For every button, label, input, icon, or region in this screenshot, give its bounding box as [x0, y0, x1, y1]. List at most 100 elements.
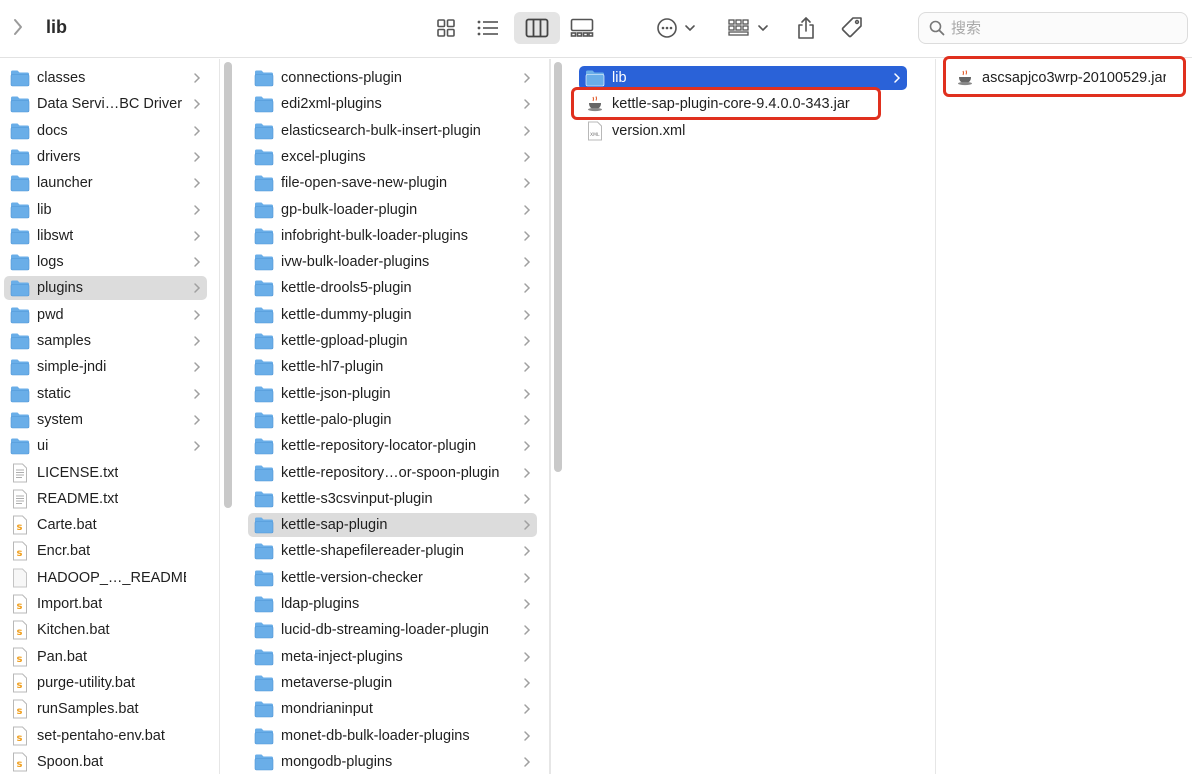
- folder-row[interactable]: logs: [4, 250, 207, 274]
- svg-text:s: s: [17, 680, 23, 691]
- folder-row[interactable]: kettle-hl7-plugin: [248, 355, 537, 379]
- folder-row[interactable]: kettle-gpload-plugin: [248, 329, 537, 353]
- item-label: elasticsearch-bulk-insert-plugin: [281, 122, 481, 139]
- folder-row[interactable]: elasticsearch-bulk-insert-plugin: [248, 119, 537, 143]
- share-button[interactable]: [790, 12, 822, 44]
- file-row[interactable]: s Pan.bat: [4, 645, 207, 669]
- file-row[interactable]: s Encr.bat: [4, 539, 207, 563]
- folder-row[interactable]: kettle-s3csvinput-plugin: [248, 487, 537, 511]
- list-view-button[interactable]: [472, 12, 504, 44]
- folder-icon: [10, 200, 30, 220]
- document-icon: [10, 568, 30, 588]
- folder-row[interactable]: file-open-save-new-plugin: [248, 171, 537, 195]
- folder-row[interactable]: ldap-plugins: [248, 592, 537, 616]
- folder-row[interactable]: ui: [4, 434, 207, 458]
- item-label: kettle-version-checker: [281, 569, 423, 586]
- folder-row[interactable]: infobright-bulk-loader-plugins: [248, 224, 537, 248]
- chevron-right-icon: [524, 99, 531, 110]
- file-row[interactable]: HADOOP_…_README: [4, 566, 207, 590]
- chevron-right-icon: [524, 73, 531, 83]
- folder-icon: [254, 647, 274, 667]
- file-row[interactable]: s Spoon.bat: [4, 750, 207, 774]
- folder-row[interactable]: meta-inject-plugins: [248, 645, 537, 669]
- folder-row[interactable]: libswt: [4, 224, 207, 248]
- folder-row[interactable]: kettle-repository…or-spoon-plugin: [248, 461, 537, 485]
- folder-row[interactable]: mongodb-plugins: [248, 750, 537, 774]
- folder-row[interactable]: static: [4, 382, 207, 406]
- search-input[interactable]: [951, 19, 1171, 37]
- folder-row[interactable]: kettle-dummy-plugin: [248, 303, 537, 327]
- file-row[interactable]: s Import.bat: [4, 592, 207, 616]
- folder-row[interactable]: lucid-db-streaming-loader-plugin: [248, 618, 537, 642]
- folder-row[interactable]: monet-db-bulk-loader-plugins: [248, 724, 537, 748]
- column-2-scrollbar[interactable]: [554, 62, 562, 472]
- search-field[interactable]: [918, 12, 1188, 44]
- folder-row[interactable]: samples: [4, 329, 207, 353]
- folder-row[interactable]: docs: [4, 119, 207, 143]
- folder-row[interactable]: drivers: [4, 145, 207, 169]
- column-view-button[interactable]: [514, 12, 560, 44]
- folder-row[interactable]: edi2xml-plugins: [248, 92, 537, 116]
- folder-row[interactable]: kettle-repository-locator-plugin: [248, 434, 537, 458]
- group-grid-icon: [728, 19, 768, 36]
- file-row[interactable]: LICENSE.txt: [4, 461, 207, 485]
- toolbar: lib: [0, 0, 1192, 58]
- column-1-scrollbar[interactable]: [224, 62, 232, 508]
- item-label: plugins: [37, 280, 83, 297]
- folder-row[interactable]: kettle-json-plugin: [248, 382, 537, 406]
- folder-icon: [254, 226, 274, 246]
- folder-row[interactable]: classes: [4, 66, 207, 90]
- item-label: kettle-json-plugin: [281, 385, 391, 402]
- item-label: drivers: [37, 148, 81, 165]
- folder-row[interactable]: kettle-version-checker: [248, 566, 537, 590]
- folder-row[interactable]: mondrianinput: [248, 697, 537, 721]
- item-label: runSamples.bat: [37, 701, 139, 718]
- item-label: simple-jndi: [37, 359, 107, 376]
- folder-row[interactable]: excel-plugins: [248, 145, 537, 169]
- file-row[interactable]: s Kitchen.bat: [4, 618, 207, 642]
- file-row[interactable]: s Carte.bat: [4, 513, 207, 537]
- chevron-right-icon: [194, 204, 201, 215]
- folder-icon: [254, 94, 274, 114]
- folder-row[interactable]: Data Servi…BC Driver: [4, 92, 207, 116]
- icon-view-button[interactable]: [430, 12, 462, 44]
- folder-row[interactable]: kettle-palo-plugin: [248, 408, 537, 432]
- folder-row[interactable]: system: [4, 408, 207, 432]
- item-label: set-pentaho-env.bat: [37, 727, 165, 744]
- folder-row[interactable]: pwd: [4, 303, 207, 327]
- file-row[interactable]: README.txt: [4, 487, 207, 511]
- item-label: kettle-repository…or-spoon-plugin: [281, 464, 500, 481]
- file-row[interactable]: s purge-utility.bat: [4, 671, 207, 695]
- svg-text:s: s: [17, 759, 23, 770]
- file-row[interactable]: s set-pentaho-env.bat: [4, 724, 207, 748]
- folder-row[interactable]: kettle-drools5-plugin: [248, 276, 537, 300]
- action-menu-button[interactable]: [654, 12, 700, 44]
- folder-icon: [10, 147, 30, 167]
- xml-file-icon: XML: [585, 121, 605, 141]
- group-by-button[interactable]: [726, 12, 772, 44]
- item-label: kettle-sap-plugin: [281, 517, 388, 534]
- folder-icon: [254, 305, 274, 325]
- folder-row[interactable]: connections-plugin: [248, 66, 537, 90]
- gallery-view-button[interactable]: [566, 12, 598, 44]
- tag-button[interactable]: [836, 12, 868, 44]
- back-button[interactable]: [8, 15, 28, 39]
- folder-row[interactable]: ivw-bulk-loader-plugins: [248, 250, 537, 274]
- folder-row[interactable]: metaverse-plugin: [248, 671, 537, 695]
- item-label: purge-utility.bat: [37, 674, 136, 691]
- file-row[interactable]: s runSamples.bat: [4, 697, 207, 721]
- highlight-box-core-jar: [571, 87, 881, 120]
- chevron-right-icon: [524, 546, 531, 557]
- chevron-right-icon: [14, 19, 22, 35]
- folder-row[interactable]: gp-bulk-loader-plugin: [248, 198, 537, 222]
- folder-row[interactable]: kettle-sap-plugin: [248, 513, 537, 538]
- folder-row[interactable]: plugins: [4, 276, 207, 301]
- folder-row[interactable]: lib: [4, 198, 207, 222]
- chevron-right-icon: [194, 388, 201, 399]
- folder-row[interactable]: simple-jndi: [4, 355, 207, 379]
- folder-row[interactable]: launcher: [4, 171, 207, 195]
- folder-row[interactable]: kettle-shapefilereader-plugin: [248, 539, 537, 563]
- folder-icon: [254, 594, 274, 614]
- folder-icon: [10, 357, 30, 377]
- file-row[interactable]: XML version.xml: [579, 119, 907, 143]
